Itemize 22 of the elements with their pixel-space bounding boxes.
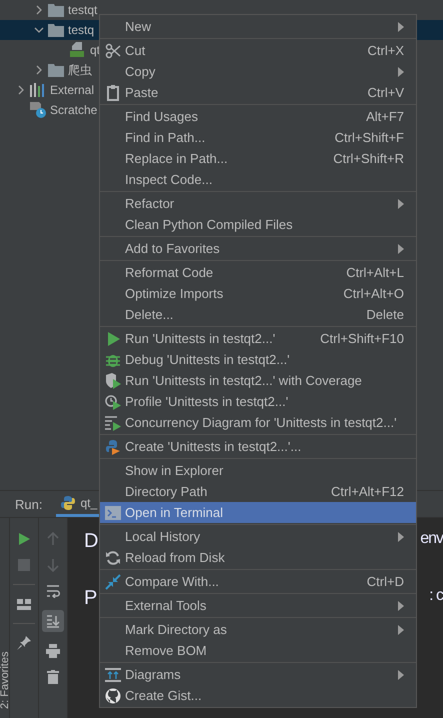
tree-item-label: 爬虫 (68, 62, 92, 78)
shortcut-label: Delete (366, 307, 404, 322)
tree-item-label: testq (68, 23, 94, 37)
run-label: Run: (15, 496, 42, 512)
console-text: env (420, 530, 443, 549)
tree-item-label: qt (90, 43, 100, 57)
console-text: : c (429, 587, 443, 606)
shortcut-label: Ctrl+Shift+F10 (320, 331, 404, 346)
shortcut-label: Alt+F7 (366, 109, 404, 124)
shortcut-label: Ctrl+V (368, 85, 404, 100)
console-text: D (84, 530, 98, 553)
tree-item-label: Scratche (50, 103, 98, 117)
tree-item-label: testqt (68, 3, 98, 17)
tree-item-label: External (50, 83, 94, 97)
shortcut-label: Ctrl+Alt+F12 (331, 484, 404, 499)
shortcut-label: Ctrl+Shift+R (333, 151, 404, 166)
shortcut-label: Ctrl+D (366, 574, 404, 589)
shortcut-label: Ctrl+Alt+L (346, 265, 404, 280)
shortcut-label: Ctrl+Alt+O (343, 286, 404, 301)
console-text: P (84, 587, 98, 610)
shortcut-label: Ctrl+X (368, 43, 404, 58)
shortcut-label: Ctrl+Shift+F (334, 130, 404, 145)
